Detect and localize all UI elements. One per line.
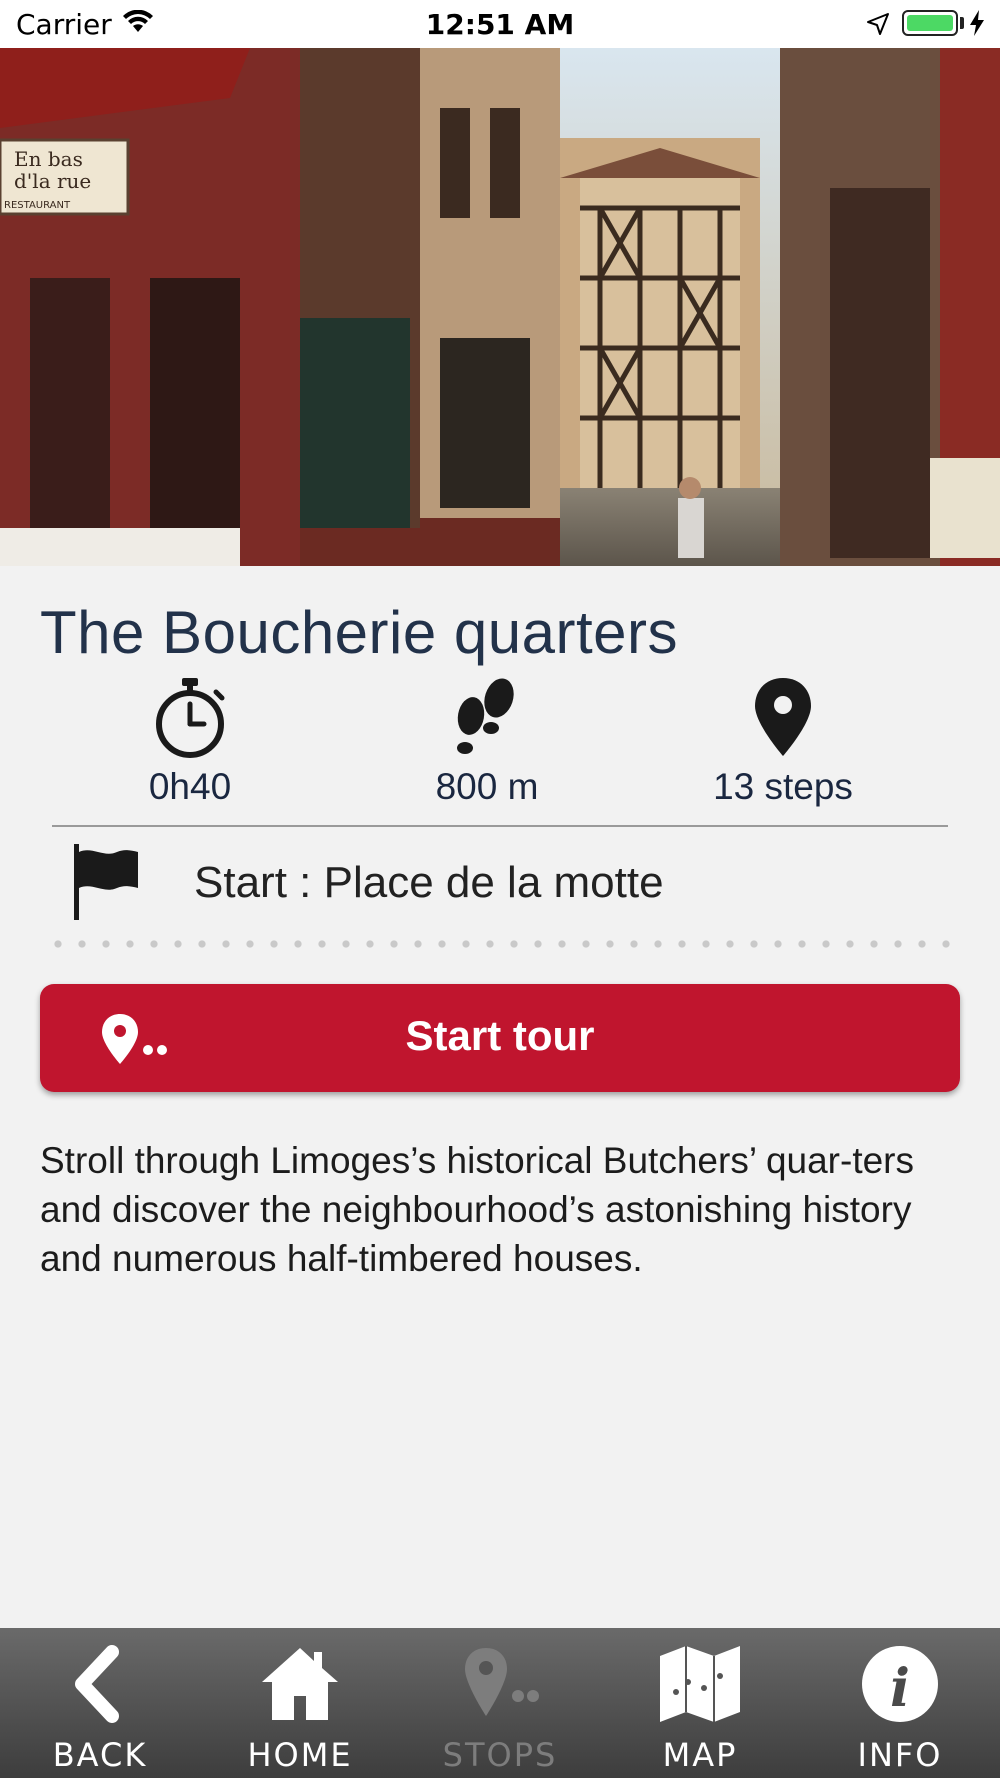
map-icon	[660, 1646, 740, 1722]
sign-text-3: RESTAURANT	[4, 200, 71, 211]
tab-bar: BACK HOME STOPS MAP i INFO	[0, 1628, 1000, 1778]
stops-pin-icon	[465, 1648, 539, 1716]
tab-stops[interactable]: STOPS	[400, 1628, 600, 1778]
battery-cap	[960, 17, 964, 29]
tab-stops-label: STOPS	[442, 1736, 558, 1774]
divider	[52, 825, 948, 827]
steps-value: 13 steps	[713, 766, 853, 807]
footsteps-icon	[457, 678, 514, 754]
stopwatch-icon	[156, 678, 225, 758]
dotted-separator	[46, 940, 956, 948]
start-tour-button[interactable]: Start tour	[40, 984, 960, 1092]
steps-stat: 13 steps	[633, 676, 933, 808]
hero-image: En bas d'la rue RESTAURANT	[0, 48, 1000, 566]
svg-text:i: i	[890, 1658, 910, 1719]
chevron-left-icon	[75, 1645, 119, 1723]
tab-home-label: HOME	[247, 1736, 353, 1774]
map-pin-icon	[755, 678, 811, 756]
tour-title: The Boucherie quarters	[40, 599, 679, 666]
location-arrow-icon	[867, 13, 889, 35]
charging-bolt-icon	[970, 10, 984, 36]
distance-stat: 800 m	[337, 676, 637, 808]
clock: 12:51 AM	[425, 8, 575, 41]
tab-info-label: INFO	[857, 1736, 943, 1774]
info-icon: i	[862, 1646, 938, 1722]
home-icon	[262, 1648, 338, 1720]
battery-icon	[902, 10, 958, 36]
tour-description: Stroll through Limoges’s historical Butc…	[40, 1140, 914, 1279]
tab-info[interactable]: i INFO	[800, 1628, 1000, 1778]
tab-map-label: MAP	[662, 1736, 738, 1774]
tab-back[interactable]: BACK	[0, 1628, 200, 1778]
start-point-label: Start : Place de la motte	[194, 858, 664, 907]
start-tour-label: Start tour	[405, 1012, 595, 1059]
start-point-row: Start : Place de la motte	[72, 840, 952, 920]
tab-back-label: BACK	[52, 1736, 148, 1774]
tab-home[interactable]: HOME	[200, 1628, 400, 1778]
sign-text-1: En bas	[14, 147, 83, 171]
sign-text-2: d'la rue	[14, 169, 91, 193]
distance-value: 800 m	[435, 766, 539, 807]
flag-icon	[74, 844, 138, 920]
duration-stat: 0h40	[40, 676, 340, 808]
duration-value: 0h40	[148, 766, 232, 807]
tab-map[interactable]: MAP	[600, 1628, 800, 1778]
status-bar: Carrier 12:51 AM	[0, 0, 1000, 48]
